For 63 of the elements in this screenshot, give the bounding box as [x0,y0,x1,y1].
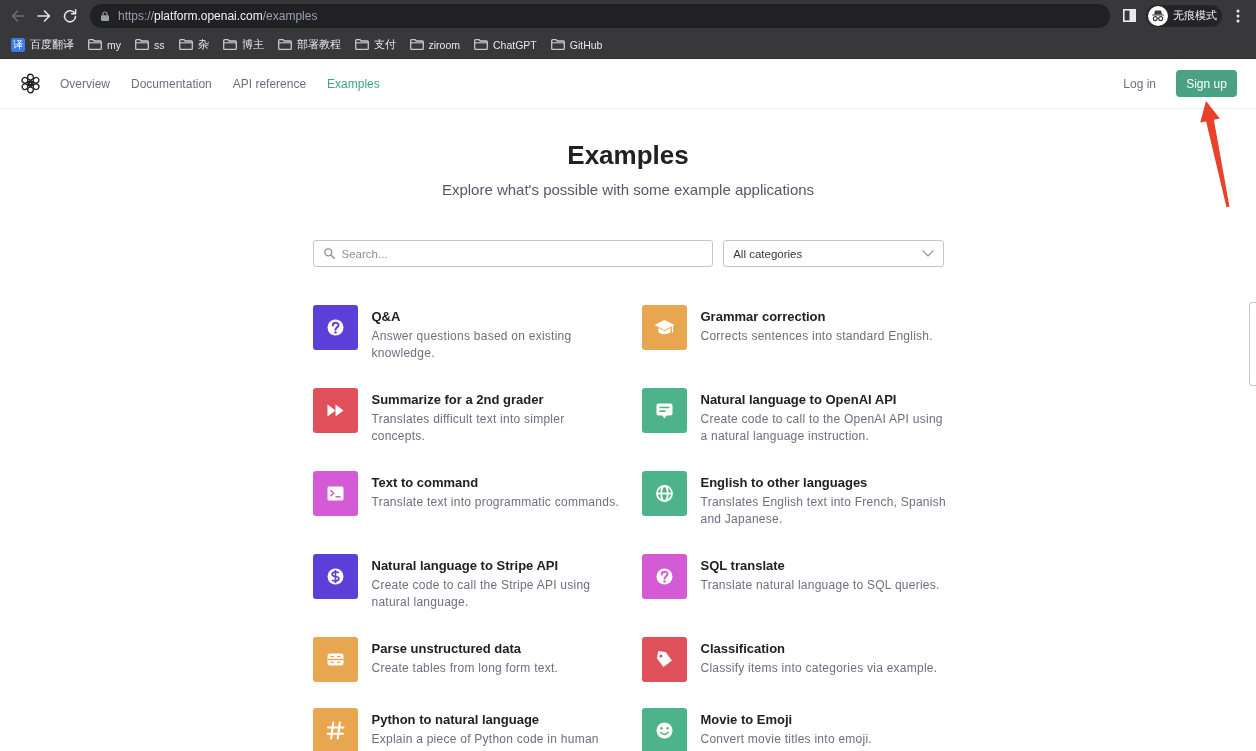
nav-link[interactable]: API reference [232,76,307,91]
example-title[interactable]: SQL translate [700,556,950,575]
example-description: Explain a piece of Python code in human [371,731,600,748]
logo-icon[interactable] [20,73,41,94]
example-title[interactable]: Q&A [371,307,621,326]
example-title[interactable]: Movie to Emoji [700,710,950,729]
profile-chip[interactable]: 无痕模式 [1146,4,1222,27]
example-description: Create tables from long form text. [371,660,560,677]
example-title[interactable]: Natural language to Stripe API [371,556,621,575]
bookmark[interactable]: 译 百度翻译 [11,37,74,52]
example-title[interactable]: Classification [700,639,950,658]
page-subtitle: Explore what's possible with some example applications [440,180,816,200]
reload-icon[interactable] [63,8,77,23]
example-title[interactable]: Parse unstructured data [371,639,621,658]
chevron-down-icon [921,250,934,257]
sidebar-icon[interactable] [1123,9,1136,22]
example-description: Translates English text into French, Spanish and Japanese. [700,494,947,528]
example-title[interactable]: Text to command [371,473,621,492]
bookmark-folder[interactable]: 部署教程 [277,37,341,52]
folder-icon [474,39,488,50]
nav-link[interactable]: Overview [60,76,110,91]
bookmark-folder[interactable]: ChatGPT [474,38,537,51]
lock-icon [101,10,109,21]
example-description: Translates difficult text into simpler concepts. [371,411,566,445]
example-title[interactable]: English to other languages [700,473,950,492]
example-description: Classify items into categories via example. [700,660,939,677]
page-title: Examples [566,139,690,171]
folder-icon [354,39,369,50]
example-description: Create code to call to the OpenAI API using a natural language instruction. [700,411,944,445]
example-description: Convert movie titles into emoji. [700,731,873,748]
bookmark-folder[interactable]: 支付 [354,37,396,52]
example-title[interactable]: Python to natural language [371,710,621,729]
example-title[interactable]: Summarize for a 2nd grader [371,390,621,409]
bookmark-folder[interactable]: ziroom [409,38,460,51]
right-arrow-icon[interactable] [37,8,51,23]
folder-icon [135,39,149,50]
login-link[interactable]: Log in [1123,76,1156,91]
bookmark-folder[interactable]: my [88,38,121,51]
example-description: Corrects sentences into standard English. [700,328,934,345]
bookmark-folder[interactable]: GitHub [550,38,603,51]
example-description: Translate text into programmatic commands. [371,494,620,511]
example-title[interactable]: Grammar correction [700,307,950,326]
search-icon [323,248,335,259]
folder-icon [409,39,424,50]
folder-icon [178,39,193,50]
folder-icon [277,39,292,50]
vertical-dots-icon[interactable] [1236,8,1240,23]
address-bar[interactable]: https://platform.openai.com/examples [90,3,1110,28]
example-description: Translate natural language to SQL queries. [700,577,941,594]
incognito-icon [1148,5,1168,26]
example-title[interactable]: Natural language to OpenAI API [700,390,950,409]
category-select[interactable]: All categories [723,240,944,267]
folder-icon [222,39,237,50]
nav-link[interactable]: Documentation [131,76,212,91]
folder-icon [88,39,102,50]
bookmark-folder[interactable]: 杂 [178,37,209,52]
bookmark-folder[interactable]: ss [135,38,165,51]
example-description: Answer questions based on existing knowledge. [371,328,573,362]
example-description: Create code to call the Stripe API using natural language. [371,577,592,611]
folder-icon [550,39,565,50]
favicon-icon: 译 [11,37,25,52]
search-field[interactable]: Search... [312,240,714,267]
bookmark-folder[interactable]: 博主 [222,37,264,52]
